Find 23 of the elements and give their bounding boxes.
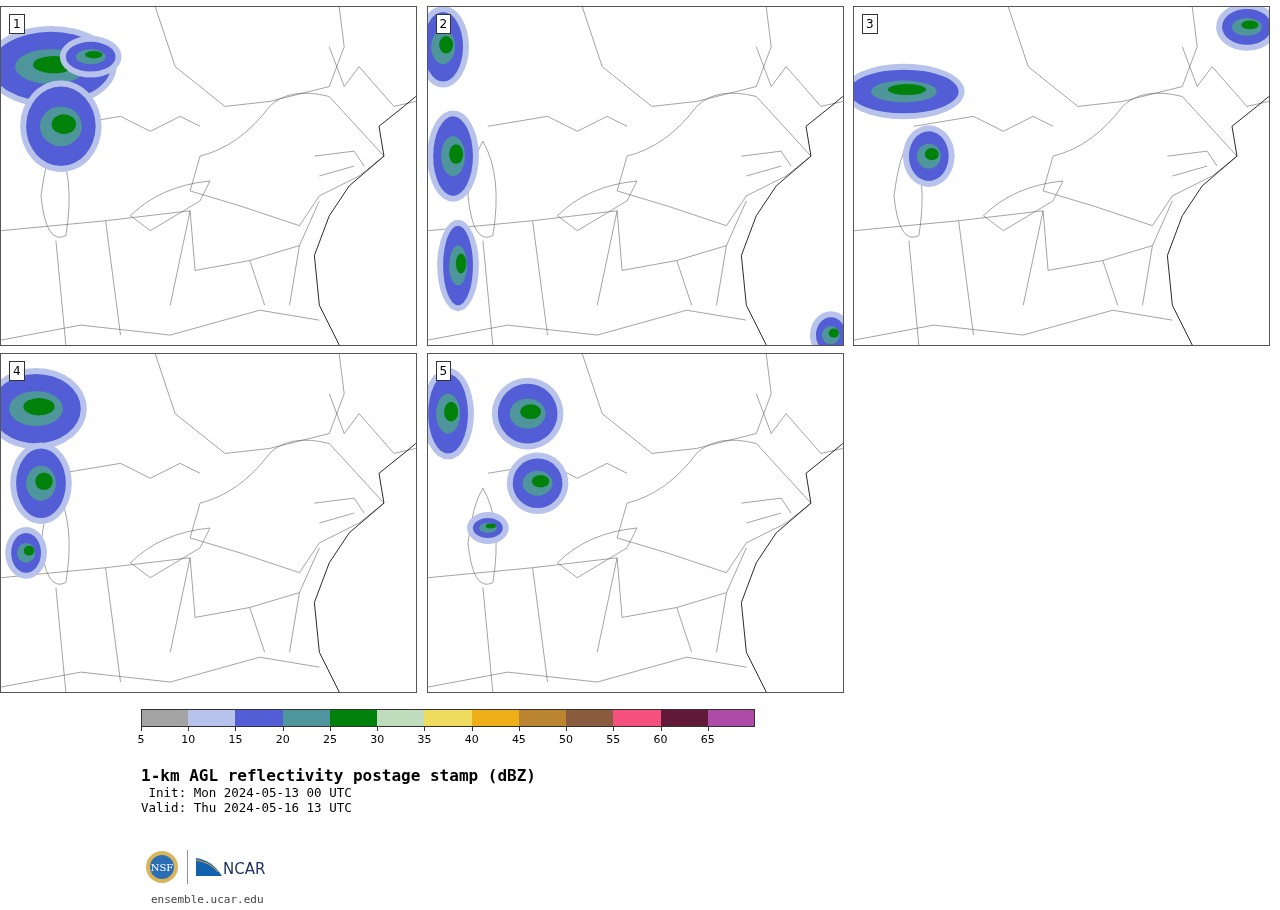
panel-number: 1 [9,14,25,34]
tick-label: 55 [606,733,621,746]
tick-label: 15 [228,733,243,746]
panel-number: 5 [435,361,452,381]
init-time: Init: Mon 2024-05-13 00 UTC [147,785,353,800]
panel-number: 3 [862,14,878,34]
tick-label: 25 [322,733,337,746]
nsf-logo: NSF [145,850,179,884]
panel-number: 4 [9,361,25,381]
tick-label: 45 [511,733,526,746]
tick-label: 5 [137,733,145,746]
tick-label: 20 [275,733,290,746]
tick-label: 35 [417,733,432,746]
tick-label: 50 [559,733,574,746]
valid-time: Valid: Thu 2024-05-16 13 UTC [141,800,353,815]
tick-label: 40 [464,733,479,746]
tick-label: 30 [370,733,385,746]
tick-label: 65 [700,733,715,746]
tick-label: 10 [181,733,196,746]
chart-title: 1-km AGL reflectivity postage stamp (dBZ) [141,767,537,785]
tick-label: 60 [653,733,668,746]
site-url: ensemble.ucar.edu [151,893,265,906]
ncar-logo: NCAR [196,858,266,876]
